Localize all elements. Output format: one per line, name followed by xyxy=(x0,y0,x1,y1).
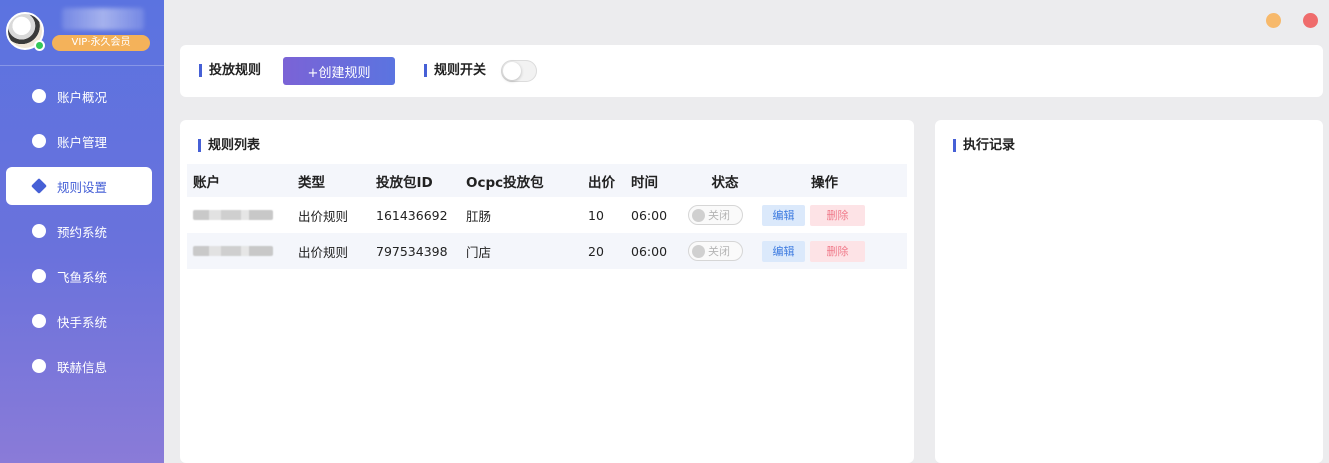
column-header: 状态 xyxy=(711,174,739,191)
username-redacted xyxy=(62,8,144,30)
sidebar-item-feiyu-system[interactable]: 飞鱼系统 xyxy=(6,257,152,295)
sidebar-item-account-overview[interactable]: 账户概况 xyxy=(6,77,152,115)
delete-button[interactable]: 删除 xyxy=(810,204,865,226)
package-id-cell: 161436692 xyxy=(376,207,448,223)
toggle-knob xyxy=(692,208,705,222)
toggle-knob xyxy=(692,244,705,258)
column-header: 账户 xyxy=(193,174,220,191)
sidebar-item-label: 账户概况 xyxy=(57,89,108,105)
state-toggle[interactable]: 关闭 xyxy=(688,205,743,225)
shield-icon xyxy=(32,224,46,238)
account-redacted xyxy=(193,246,273,256)
execution-record-card: 执行记录 xyxy=(935,120,1323,463)
column-header: Ocpc投放包 xyxy=(466,174,544,191)
execution-record-title: 执行记录 xyxy=(953,139,1015,152)
chat-icon xyxy=(32,359,46,373)
toolbar-card: 投放规则 +创建规则 规则开关 xyxy=(180,45,1323,97)
rule-switch-toggle[interactable] xyxy=(501,60,537,82)
sidebar-item-label: 账户管理 xyxy=(57,134,108,150)
close-button[interactable] xyxy=(1303,13,1318,28)
account-redacted xyxy=(193,210,273,220)
sidebar-item-booking-system[interactable]: 预约系统 xyxy=(6,212,152,250)
package-id-cell: 797534398 xyxy=(376,243,448,259)
table-row[interactable]: 出价规则 161436692 肛肠 10 06:00 关闭 编辑 删除 xyxy=(187,197,907,233)
ops-cell: 编辑 删除 xyxy=(762,240,887,262)
bid-cell: 20 xyxy=(588,243,604,259)
rule-table: 账户 类型 投放包ID Ocpc投放包 出价 时间 状态 操作 出价规则 161… xyxy=(187,164,907,269)
sidebar: VIP·永久会员 账户概况 账户管理 规则设置 预约系统 飞鱼系统 快手系统 联… xyxy=(0,0,164,463)
cube-icon xyxy=(32,89,46,103)
sidebar-item-label: 规则设置 xyxy=(57,179,108,195)
sidebar-item-contact-info[interactable]: 联赫信息 xyxy=(6,347,152,385)
section-title-rules: 投放规则 xyxy=(199,64,261,77)
state-cell: 关闭 xyxy=(688,205,762,225)
state-cell: 关闭 xyxy=(688,241,762,261)
sidebar-item-rule-settings[interactable]: 规则设置 xyxy=(6,167,152,205)
sidebar-item-account-management[interactable]: 账户管理 xyxy=(6,122,152,160)
column-header: 类型 xyxy=(298,174,325,191)
time-cell: 06:00 xyxy=(631,207,668,223)
sidebar-item-label: 联赫信息 xyxy=(57,359,108,375)
column-header: 操作 xyxy=(811,174,838,191)
state-label: 关闭 xyxy=(708,245,730,258)
layers-icon xyxy=(31,178,47,194)
compass-icon xyxy=(32,314,46,328)
edit-button[interactable]: 编辑 xyxy=(762,240,805,262)
online-status-dot xyxy=(34,40,45,51)
state-label: 关闭 xyxy=(708,209,730,222)
ocpc-cell: 门店 xyxy=(466,244,492,260)
vip-badge: VIP·永久会员 xyxy=(52,35,150,51)
ops-cell: 编辑 删除 xyxy=(762,204,887,226)
profile-section: VIP·永久会员 xyxy=(0,0,164,66)
sidebar-item-label: 飞鱼系统 xyxy=(57,269,108,285)
table-header: 账户 类型 投放包ID Ocpc投放包 出价 时间 状态 操作 xyxy=(187,164,907,197)
state-toggle[interactable]: 关闭 xyxy=(688,241,743,261)
ocpc-cell: 肛肠 xyxy=(466,208,492,224)
create-rule-button[interactable]: +创建规则 xyxy=(283,57,395,85)
sidebar-item-label: 快手系统 xyxy=(57,314,108,330)
table-row[interactable]: 出价规则 797534398 门店 20 06:00 关闭 编辑 删除 xyxy=(187,233,907,269)
column-header: 时间 xyxy=(631,174,658,191)
time-cell: 06:00 xyxy=(631,243,668,259)
sidebar-nav: 账户概况 账户管理 规则设置 预约系统 飞鱼系统 快手系统 联赫信息 xyxy=(0,70,164,385)
sidebar-item-label: 预约系统 xyxy=(57,224,108,240)
sidebar-item-kuaishou-system[interactable]: 快手系统 xyxy=(6,302,152,340)
rule-list-title: 规则列表 xyxy=(198,139,260,152)
account-cell xyxy=(187,210,298,220)
type-cell: 出价规则 xyxy=(298,244,349,260)
edit-button[interactable]: 编辑 xyxy=(762,204,805,226)
rule-switch-label: 规则开关 xyxy=(424,64,486,77)
user-icon xyxy=(32,134,46,148)
toggle-knob xyxy=(503,62,521,80)
bid-cell: 10 xyxy=(588,207,604,223)
column-header: 投放包ID xyxy=(376,174,433,191)
rule-list-card: 规则列表 账户 类型 投放包ID Ocpc投放包 出价 时间 状态 操作 出价规… xyxy=(180,120,914,463)
minimize-button[interactable] xyxy=(1266,13,1281,28)
tiktok-icon xyxy=(32,269,46,283)
account-cell xyxy=(187,246,298,256)
column-header: 出价 xyxy=(588,174,615,191)
type-cell: 出价规则 xyxy=(298,208,349,224)
delete-button[interactable]: 删除 xyxy=(810,240,865,262)
